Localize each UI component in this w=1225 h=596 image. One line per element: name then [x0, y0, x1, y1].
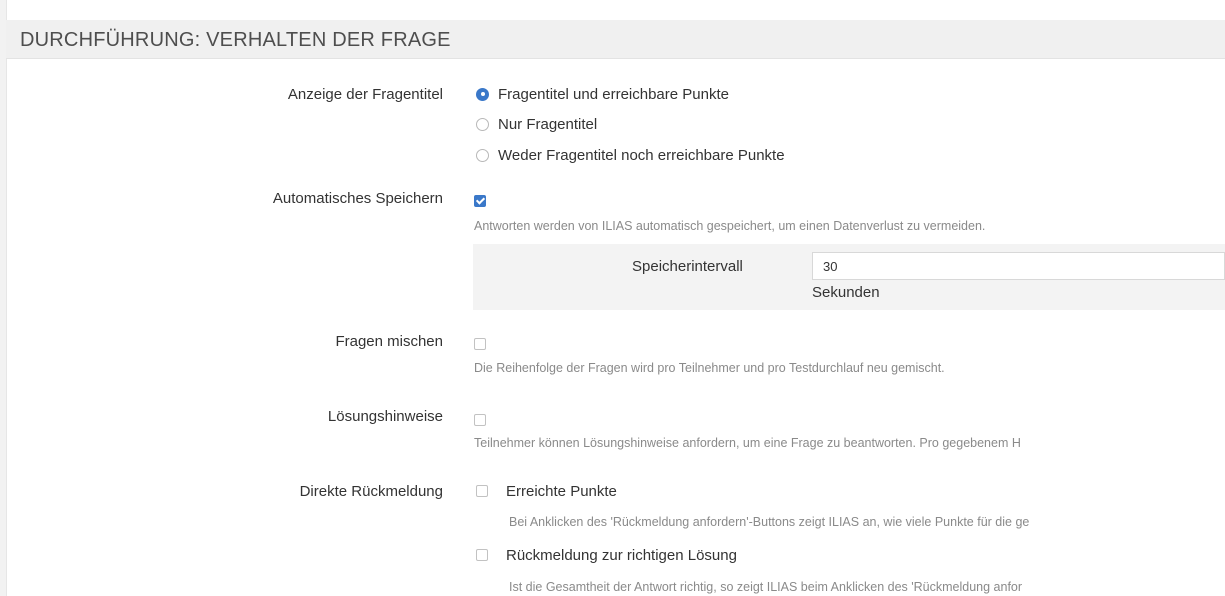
save-interval-label: Speicherintervall	[632, 258, 743, 275]
radio-neither-control[interactable]	[476, 148, 489, 162]
solution-hints-checkbox[interactable]	[474, 414, 486, 426]
autosave-label: Automatisches Speichern	[272, 190, 443, 207]
radio-neither[interactable]: Weder Fragentitel noch erreichbare Punkt…	[476, 145, 785, 165]
feedback-solution-help: Ist die Gesamtheit der Antwort richtig, …	[509, 580, 1023, 594]
shuffle-questions-checkbox[interactable]	[474, 338, 486, 350]
feedback-solution-checkbox[interactable]	[476, 549, 488, 561]
section-header: DURCHFÜHRUNG: VERHALTEN DER FRAGE	[6, 20, 1225, 59]
radio-title-only-label[interactable]: Nur Fragentitel	[498, 116, 597, 133]
solution-hints-checkbox-row[interactable]	[474, 410, 486, 430]
left-border	[0, 0, 7, 596]
solution-hints-label: Lösungshinweise	[327, 408, 443, 425]
radio-neither-label[interactable]: Weder Fragentitel noch erreichbare Punkt…	[498, 147, 785, 164]
feedback-solution-row[interactable]: Rückmeldung zur richtigen Lösung	[476, 545, 737, 565]
autosave-checkbox-row[interactable]	[474, 191, 486, 211]
question-title-display-label: Anzeige der Fragentitel	[287, 86, 443, 103]
radio-title-and-points-label[interactable]: Fragentitel und erreichbare Punkte	[498, 86, 729, 103]
autosave-help: Antworten werden von ILIAS automatisch g…	[474, 219, 986, 233]
feedback-points-label[interactable]: Erreichte Punkte	[506, 483, 617, 500]
feedback-points-checkbox[interactable]	[476, 485, 488, 497]
feedback-points-help: Bei Anklicken des 'Rückmeldung anfordern…	[509, 515, 1030, 529]
shuffle-questions-checkbox-row[interactable]	[474, 334, 486, 354]
autosave-checkbox[interactable]	[474, 195, 486, 207]
direct-feedback-label: Direkte Rückmeldung	[299, 483, 443, 500]
radio-title-and-points[interactable]: Fragentitel und erreichbare Punkte	[476, 84, 729, 104]
radio-title-and-points-control[interactable]	[476, 87, 489, 101]
solution-hints-help: Teilnehmer können Lösungshinweise anford…	[474, 436, 1021, 450]
autosave-subform: Speicherintervall Sekunden	[473, 244, 1225, 310]
shuffle-questions-help: Die Reihenfolge der Fragen wird pro Teil…	[474, 361, 945, 375]
radio-title-only-control[interactable]	[476, 117, 489, 131]
section-title: DURCHFÜHRUNG: VERHALTEN DER FRAGE	[20, 29, 451, 51]
feedback-points-row[interactable]: Erreichte Punkte	[476, 481, 617, 501]
save-interval-input[interactable]	[812, 252, 1225, 280]
save-interval-unit: Sekunden	[812, 284, 880, 301]
feedback-solution-label[interactable]: Rückmeldung zur richtigen Lösung	[506, 547, 737, 564]
radio-title-only[interactable]: Nur Fragentitel	[476, 114, 597, 134]
shuffle-questions-label: Fragen mischen	[335, 333, 443, 350]
settings-page: DURCHFÜHRUNG: VERHALTEN DER FRAGE Anzeig…	[0, 0, 1225, 596]
